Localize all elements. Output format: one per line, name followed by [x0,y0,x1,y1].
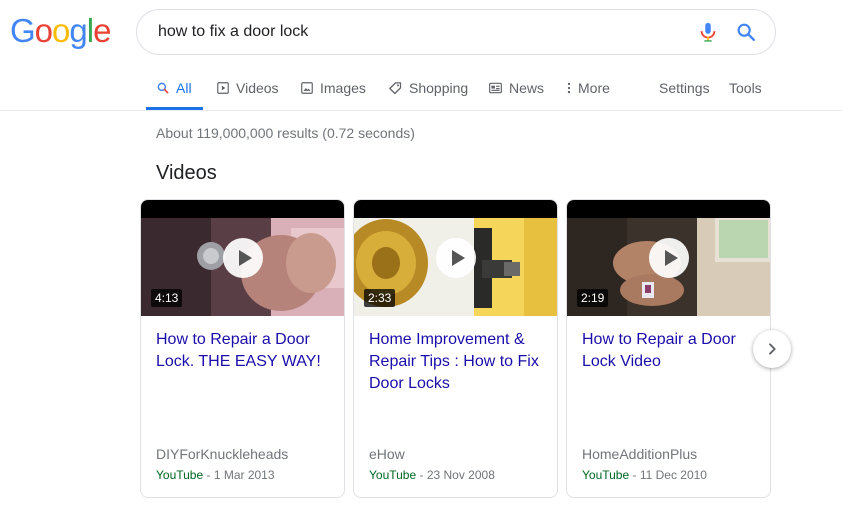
video-date: - 23 Nov 2008 [416,468,495,482]
tab-label: News [509,80,545,96]
tab-label: Images [320,80,366,96]
video-duration: 2:19 [577,289,609,307]
carousel-next-button[interactable] [753,330,791,368]
video-duration: 2:33 [364,289,396,307]
tag-icon [389,81,402,94]
video-date: - 1 Mar 2013 [203,468,275,482]
video-channel: HomeAdditionPlus [582,446,698,462]
play-icon[interactable] [649,238,689,278]
tab-settings[interactable]: Settings [659,80,710,96]
video-platform: YouTube [582,468,630,482]
logo-letter: o [52,12,70,49]
video-duration: 4:13 [151,289,183,307]
video-thumbnail[interactable]: 4:13 [141,200,344,316]
logo-letter: e [93,12,111,49]
more-vert-icon [567,82,571,94]
search-icon[interactable] [735,21,757,43]
tab-label: All [176,80,192,96]
play-icon[interactable] [436,238,476,278]
tab-label: More [578,80,610,96]
tab-label: Shopping [409,80,469,96]
search-input[interactable]: how to fix a door lock [158,23,308,41]
search-tabs: All Videos Images Shopping News More Set… [0,70,842,111]
video-meta: YouTube - 11 Dec 2010 [582,468,707,482]
video-platform: YouTube [156,468,204,482]
video-thumbnail[interactable]: 2:33 [354,200,557,316]
video-title-link[interactable]: How to Repair a Door Lock. THE EASY WAY! [156,329,334,373]
tab-shopping[interactable]: Shopping [388,80,468,96]
video-platform: YouTube [369,468,417,482]
video-meta: YouTube - 1 Mar 2013 [156,468,275,482]
video-card[interactable]: 2:33 Home Improvement & Repair Tips : Ho… [353,199,558,498]
tab-tools[interactable]: Tools [729,80,762,96]
tab-all[interactable]: All [156,80,192,96]
video-card[interactable]: 2:19 How to Repair a Door Lock Video Hom… [566,199,771,498]
video-icon [217,82,229,94]
tab-images[interactable]: Images [300,80,366,96]
tab-videos[interactable]: Videos [216,80,279,96]
video-card[interactable]: 4:13 How to Repair a Door Lock. THE EASY… [140,199,345,498]
result-stats: About 119,000,000 results (0.72 seconds) [156,125,415,141]
chevron-right-icon [769,343,776,355]
image-icon [301,82,313,94]
video-title-link[interactable]: How to Repair a Door Lock Video [582,329,760,373]
microphone-icon[interactable] [697,21,719,43]
video-meta: YouTube - 23 Nov 2008 [369,468,495,482]
tab-label: Tools [729,80,762,96]
video-channel: DIYForKnuckleheads [156,446,289,462]
logo-letter: o [34,12,53,49]
video-date: - 11 Dec 2010 [629,468,707,482]
tab-label: Videos [236,80,279,96]
video-title-link[interactable]: Home Improvement & Repair Tips : How to … [369,329,547,395]
tab-label: Settings [659,80,710,96]
videos-heading: Videos [156,162,217,184]
video-thumbnail[interactable]: 2:19 [567,200,770,316]
tab-news[interactable]: News [488,80,544,96]
news-icon [489,82,502,94]
play-icon[interactable] [223,238,263,278]
video-channel: eHow [369,446,405,462]
search-box[interactable]: how to fix a door lock [136,9,776,55]
google-logo[interactable]: Google [10,12,111,49]
logo-letter: G [10,12,36,49]
search-icon [157,82,169,94]
logo-letter: g [69,12,87,49]
tab-more[interactable]: More [566,80,610,96]
active-tab-indicator [146,107,203,110]
